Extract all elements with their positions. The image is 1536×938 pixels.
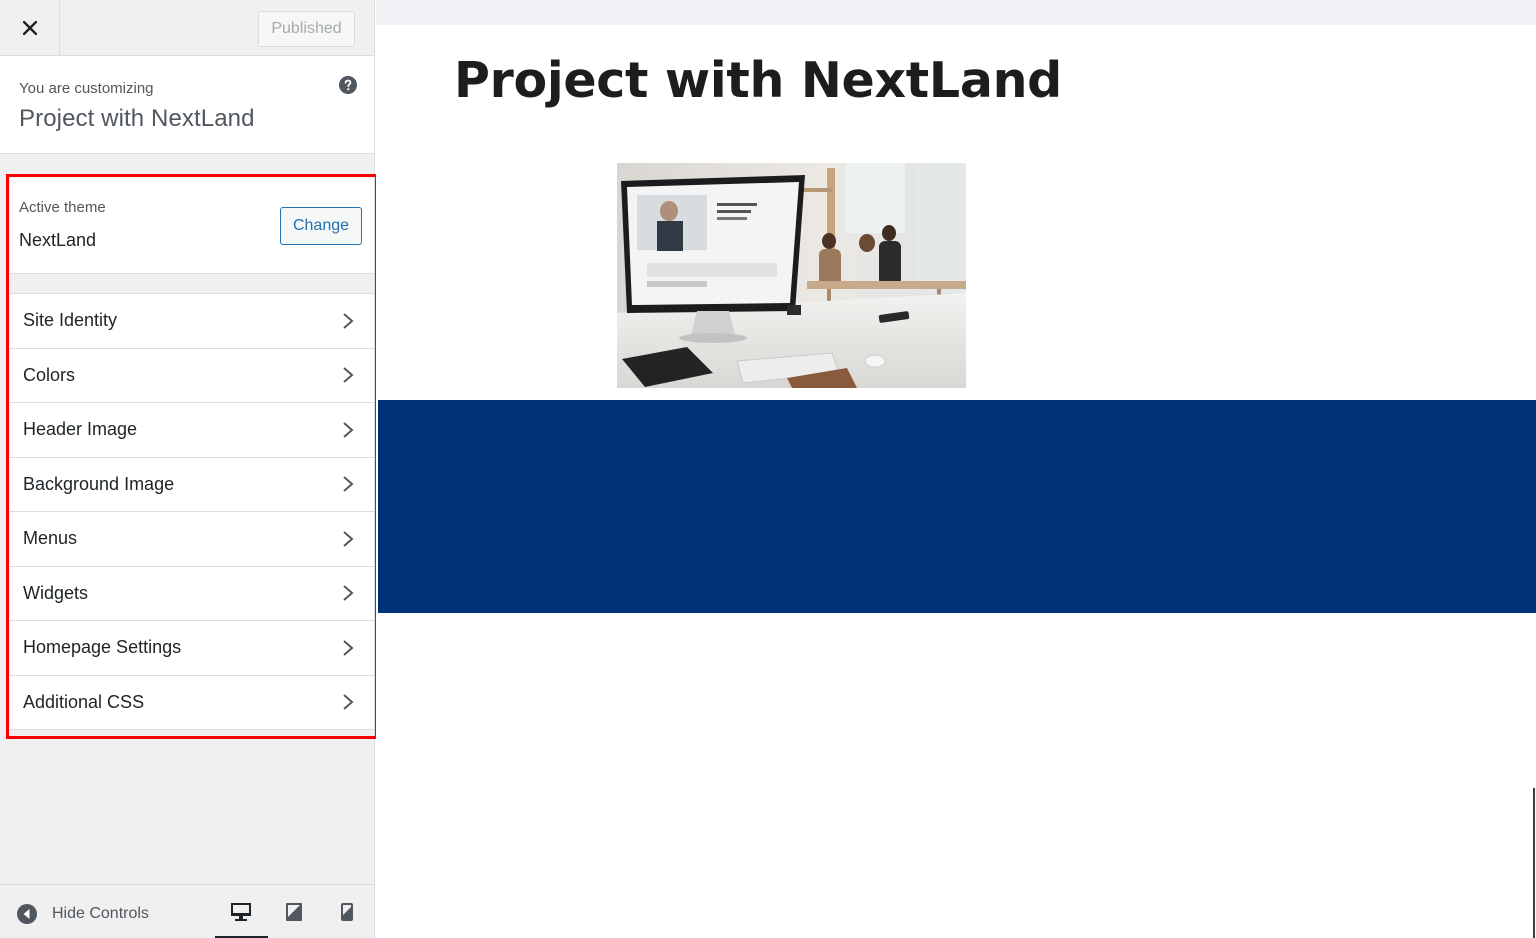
arrow-left-circle-icon — [17, 904, 37, 924]
mobile-icon — [341, 903, 353, 921]
active-theme-section: Active theme NextLand Change — [10, 177, 374, 274]
panel-title: Widgets — [23, 582, 89, 603]
panel-homepage-settings[interactable]: Homepage Settings — [10, 621, 374, 676]
tablet-icon — [286, 903, 302, 921]
customizer-footer: Hide Controls — [0, 884, 374, 938]
panel-title: Homepage Settings — [23, 637, 182, 658]
active-theme-name: NextLand — [19, 230, 97, 250]
panel-background-image[interactable]: Background Image — [10, 457, 374, 512]
chevron-right-icon — [343, 421, 354, 438]
navy-band — [378, 400, 1536, 613]
hide-controls-button[interactable]: Hide Controls — [16, 903, 149, 925]
panel-title: Background Image — [23, 473, 175, 494]
publish-button[interactable]: Published — [258, 11, 355, 47]
preview-mobile-button[interactable] — [327, 895, 367, 929]
panel-site-identity[interactable]: Site Identity — [10, 294, 374, 349]
panel-menus[interactable]: Menus — [10, 512, 374, 567]
panel-title: Menus — [23, 528, 78, 549]
panel-colors[interactable]: Colors — [10, 348, 374, 403]
chevron-right-icon — [343, 367, 354, 384]
panel-header-image[interactable]: Header Image — [10, 403, 374, 458]
preview-scrollbar[interactable] — [1533, 788, 1535, 938]
desktop-icon — [231, 903, 251, 921]
preview-desktop-button[interactable] — [221, 895, 261, 929]
panel-title: Additional CSS — [23, 691, 145, 712]
close-icon — [22, 21, 37, 35]
close-customizer-button[interactable] — [0, 0, 60, 56]
panel-list: Site Identity Colors Header Image Backgr… — [10, 293, 374, 730]
chevron-right-icon — [343, 694, 354, 711]
site-title: Project with NextLand — [19, 105, 255, 132]
hide-controls-label: Hide Controls — [52, 905, 149, 922]
chevron-right-icon — [343, 476, 354, 493]
panel-title: Colors — [23, 364, 76, 385]
change-theme-button[interactable]: Change — [280, 207, 362, 245]
preview-top-strip — [376, 0, 1536, 25]
office-desk-photo — [617, 163, 966, 388]
panel-widgets[interactable]: Widgets — [10, 566, 374, 621]
chevron-right-icon — [343, 530, 354, 547]
panel-title: Site Identity — [23, 310, 118, 331]
preview-tablet-button[interactable] — [274, 895, 314, 929]
panel-title: Header Image — [23, 419, 138, 440]
chevron-right-icon — [343, 312, 354, 329]
customizer-sidebar: Published You are customizing Project wi… — [0, 0, 378, 938]
chevron-right-icon — [343, 639, 354, 656]
customize-info: You are customizing Project with NextLan… — [0, 56, 374, 154]
active-theme-label: Active theme — [19, 199, 106, 216]
page-heading: Project with NextLand — [454, 52, 1062, 109]
customizing-kicker: You are customizing — [19, 80, 154, 97]
customizer-header: Published — [0, 0, 374, 56]
chevron-right-icon — [343, 585, 354, 602]
hero-image — [617, 163, 966, 388]
help-icon[interactable] — [339, 76, 357, 94]
site-preview: Project with NextLand — [376, 0, 1536, 938]
panel-additional-css[interactable]: Additional CSS — [10, 675, 374, 730]
